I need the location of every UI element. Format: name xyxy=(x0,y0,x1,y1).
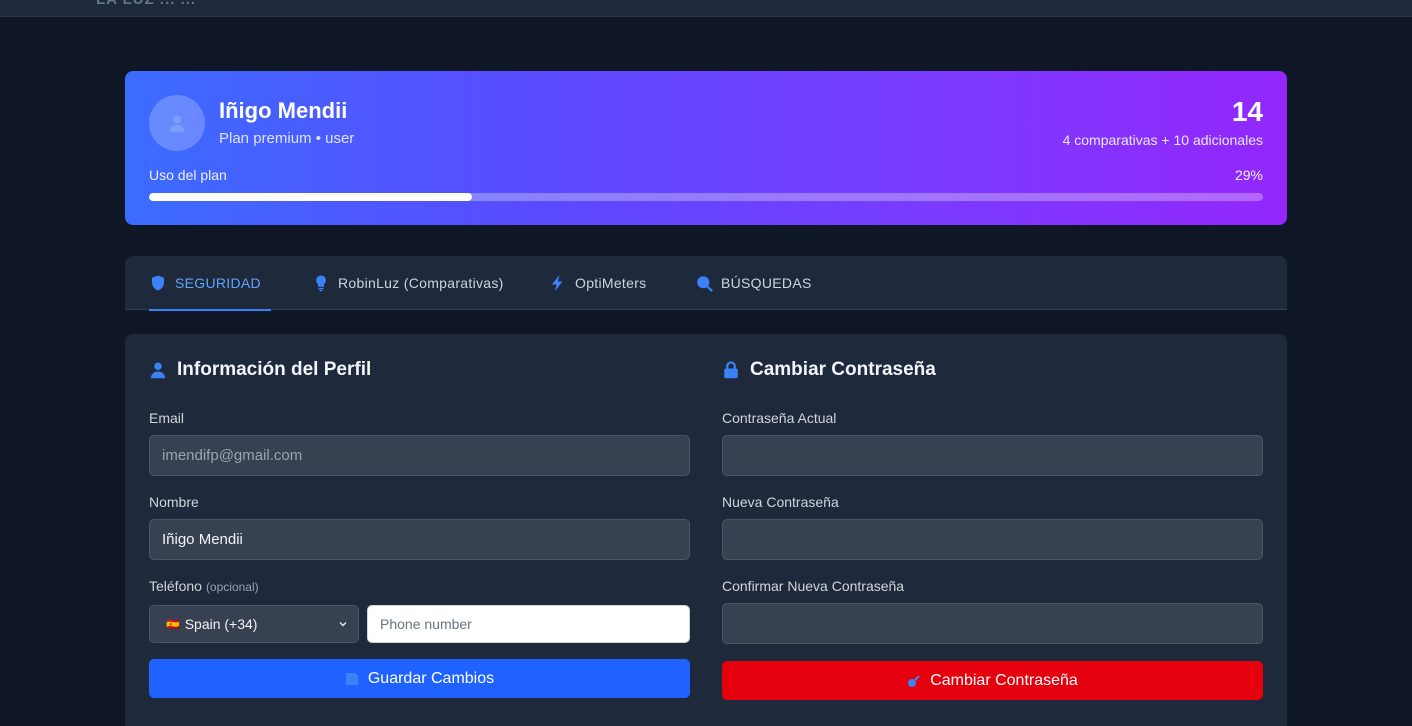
name-field[interactable] xyxy=(149,519,690,560)
lock-icon xyxy=(724,361,738,379)
phone-label: Teléfono (opcional) xyxy=(149,578,259,594)
security-panel: Información del Perfil Email Nombre Telé… xyxy=(125,334,1287,726)
avatar xyxy=(149,95,205,151)
shield-icon xyxy=(152,275,164,291)
name-label: Nombre xyxy=(149,494,199,510)
confirm-password-field[interactable] xyxy=(722,603,1263,644)
usage-progress-bar xyxy=(149,193,1263,201)
usage-progress-fill xyxy=(149,193,473,201)
email-label: Email xyxy=(149,410,185,426)
confirm-password-label: Confirmar Nueva Contraseña xyxy=(722,578,905,594)
save-changes-button[interactable]: Guardar Cambios xyxy=(149,659,690,698)
chevron-down-icon xyxy=(339,622,347,627)
tab-optimeters[interactable]: OptiMeters xyxy=(549,256,646,310)
tab-label: BÚSQUEDAS xyxy=(721,275,812,291)
comparisons-detail: 4 comparativas + 10 adicionales xyxy=(1062,132,1263,148)
usage-label: Uso del plan xyxy=(149,167,227,183)
tab-seguridad[interactable]: SEGURIDAD xyxy=(149,256,271,311)
spain-flag-icon: 🇪🇸 xyxy=(166,618,180,631)
country-code-value: Spain (+34) xyxy=(184,616,258,632)
new-password-label: Nueva Contraseña xyxy=(722,494,839,510)
user-name: Iñigo Mendii xyxy=(219,98,348,123)
top-navbar: LA LUZ ... ... xyxy=(0,0,1412,17)
optional-hint: (opcional) xyxy=(205,580,259,594)
comparisons-count: 14 xyxy=(1231,96,1263,127)
current-password-field[interactable] xyxy=(722,435,1263,476)
tab-label: OptiMeters xyxy=(575,275,647,291)
email-field[interactable] xyxy=(149,435,690,476)
tab-label: RobinLuz (Comparativas) xyxy=(338,275,504,291)
phone-input[interactable]: Phone number xyxy=(367,605,690,643)
lightbulb-icon xyxy=(316,275,326,292)
app-logo[interactable]: LA LUZ ... ... xyxy=(96,0,196,8)
tab-label: SEGURIDAD xyxy=(175,275,261,291)
user-icon xyxy=(169,115,185,133)
tab-busquedas[interactable]: BÚSQUEDAS xyxy=(695,256,812,310)
country-code-select[interactable]: 🇪🇸 Spain (+34) xyxy=(149,605,359,643)
new-password-field[interactable] xyxy=(722,519,1263,560)
search-icon xyxy=(697,276,713,292)
change-password-button[interactable]: Cambiar Contraseña xyxy=(722,661,1263,700)
change-password-title: Cambiar Contraseña xyxy=(722,359,936,381)
user-plan: Plan premium • user xyxy=(219,130,355,147)
settings-tabs: SEGURIDAD RobinLuz (Comparativas) OptiMe… xyxy=(125,256,1287,311)
key-icon xyxy=(908,674,920,687)
user-icon xyxy=(150,362,166,379)
profile-info-title: Información del Perfil xyxy=(149,359,371,381)
current-password-label: Contraseña Actual xyxy=(722,410,837,426)
bolt-icon xyxy=(552,274,563,292)
profile-banner: Iñigo Mendii Plan premium • user 14 4 co… xyxy=(125,71,1287,225)
save-icon xyxy=(345,672,358,685)
tab-robinluz[interactable]: RobinLuz (Comparativas) xyxy=(312,256,504,310)
usage-percent: 29% xyxy=(1234,167,1263,183)
